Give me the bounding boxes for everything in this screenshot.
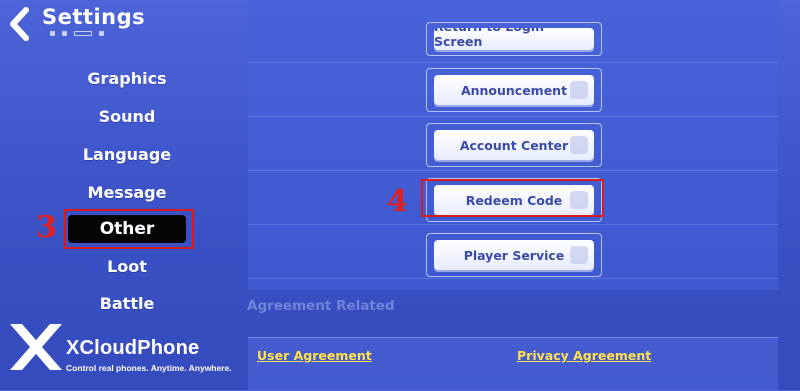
- return-to-login-button[interactable]: Return to Login Screen: [434, 28, 594, 50]
- player-service-label: Player Service: [463, 247, 565, 263]
- step-marker-4: 4: [387, 184, 408, 219]
- agreement-section-title: Agreement Related: [247, 298, 395, 314]
- player-service-button[interactable]: Player Service: [434, 240, 594, 270]
- account-center-label: Account Center: [459, 137, 569, 153]
- announcement-button[interactable]: Announcement: [434, 75, 594, 105]
- agreement-panel: [248, 337, 778, 391]
- watermark-brand: XCloudPhone: [66, 337, 200, 359]
- highlight-box-other: [64, 209, 194, 249]
- user-agreement-link[interactable]: User Agreement: [257, 348, 372, 363]
- sidebar-item-loot[interactable]: Loot: [62, 247, 192, 285]
- sidebar-item-battle[interactable]: Battle: [62, 285, 192, 323]
- sidebar-item-language[interactable]: Language: [62, 136, 192, 174]
- title-decoration: [50, 31, 104, 36]
- highlight-box-redeem: [421, 179, 604, 217]
- settings-sidebar: Graphics Sound Language Message Other Lo…: [62, 60, 192, 323]
- announcement-label: Announcement: [460, 82, 568, 98]
- step-marker-3: 3: [36, 210, 57, 245]
- clipboard-icon: [570, 81, 588, 99]
- page-title: Settings: [42, 5, 146, 29]
- back-button[interactable]: [6, 6, 34, 42]
- xcloudphone-logo-icon: [10, 324, 62, 370]
- return-to-login-label: Return to Login Screen: [434, 28, 544, 49]
- chevron-left-icon: [10, 7, 29, 41]
- account-icon: [570, 136, 588, 154]
- support-icon: [570, 246, 588, 264]
- sidebar-item-graphics[interactable]: Graphics: [62, 60, 192, 98]
- watermark-tagline: Control real phones. Anytime. Anywhere.: [66, 363, 232, 373]
- account-center-button[interactable]: Account Center: [434, 130, 594, 160]
- privacy-agreement-link[interactable]: Privacy Agreement: [517, 348, 651, 363]
- sidebar-item-message[interactable]: Message: [62, 173, 192, 211]
- sidebar-item-sound[interactable]: Sound: [62, 98, 192, 136]
